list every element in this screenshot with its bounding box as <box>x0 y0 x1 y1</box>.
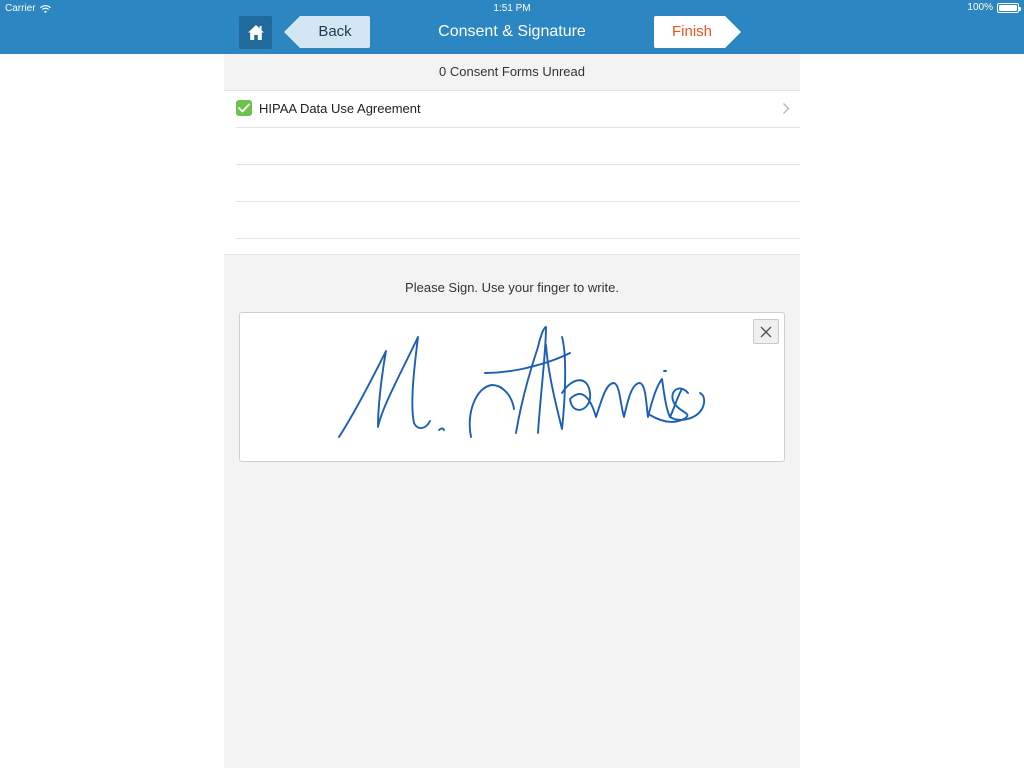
consent-form-label: HIPAA Data Use Agreement <box>259 101 421 116</box>
status-time: 1:51 PM <box>493 3 531 14</box>
checkmark-icon <box>238 103 250 113</box>
battery-percent: 100% <box>967 2 993 13</box>
consent-form-item[interactable]: HIPAA Data Use Agreement <box>236 91 800 128</box>
battery-status: 100% <box>967 2 1021 13</box>
empty-list-row <box>236 128 800 165</box>
clear-signature-button[interactable] <box>753 319 779 344</box>
empty-list-row <box>236 165 800 202</box>
status-bar: Carrier 1:51 PM 100% <box>0 0 1024 16</box>
unread-forms-count: 0 Consent Forms Unread <box>439 64 585 79</box>
back-button-label: Back <box>318 23 352 40</box>
chevron-right-icon <box>783 103 790 114</box>
empty-list-row <box>236 202 800 239</box>
app-header: Carrier 1:51 PM 100% Back Consent & Sign… <box>0 0 1024 54</box>
finish-button-label: Finish <box>671 23 712 40</box>
consent-form-list: HIPAA Data Use Agreement <box>224 90 800 255</box>
checkbox-checked <box>236 100 252 116</box>
close-icon <box>760 326 772 337</box>
consent-panel: 0 Consent Forms Unread HIPAA Data Use Ag… <box>224 54 800 768</box>
signature-pad[interactable] <box>239 312 785 462</box>
home-icon <box>247 25 264 40</box>
back-button[interactable]: Back <box>284 16 370 48</box>
finish-button[interactable]: Finish <box>654 16 741 48</box>
battery-icon <box>997 2 1021 13</box>
page-title: Consent & Signature <box>438 23 586 40</box>
home-button[interactable] <box>239 16 272 49</box>
signature-prompt: Please Sign. Use your finger to write. <box>405 280 619 295</box>
signature-drawing <box>338 326 706 438</box>
